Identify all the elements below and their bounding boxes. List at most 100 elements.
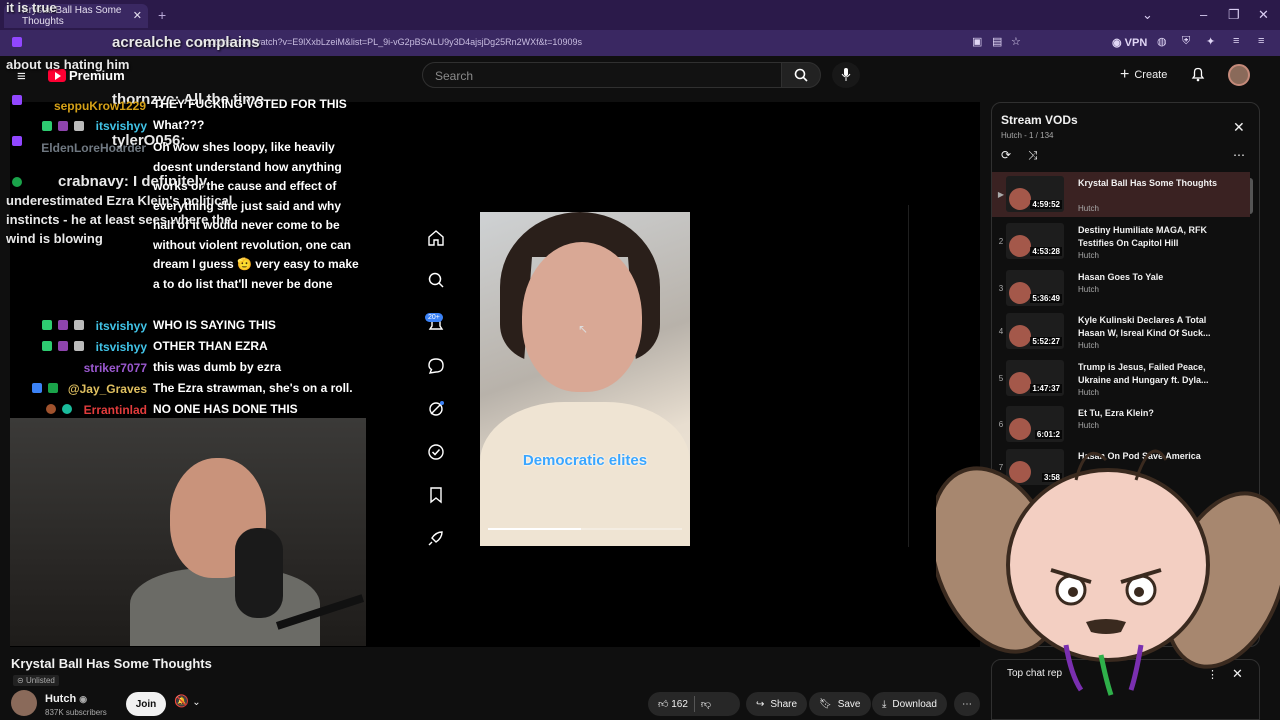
tab-close-icon[interactable]: ✕: [133, 9, 142, 22]
chat-username-text: itsvishyy: [95, 319, 147, 333]
bookmark-icon[interactable]: [424, 483, 448, 507]
chat-message: Oh wow shes loopy, like heavily doesnt u…: [153, 140, 359, 291]
playlist-item-title: Et Tu, Ezra Klein?: [1078, 408, 1154, 418]
pip-icon[interactable]: ▤: [992, 35, 1002, 48]
search-icon: [794, 68, 808, 82]
chat-username-text: @Jay_Graves: [67, 382, 147, 396]
playlist-thumbnail: 4:59:52: [1006, 176, 1064, 212]
short-subject-face: [522, 242, 642, 392]
playlist-more-icon[interactable]: ⋯: [1233, 148, 1245, 162]
thumbnail-face: [1009, 372, 1031, 394]
dislike-button[interactable]: 👎︎: [701, 698, 711, 710]
voice-search-button[interactable]: [832, 62, 860, 88]
account-avatar[interactable]: [1228, 64, 1250, 86]
join-button[interactable]: Join: [126, 692, 166, 716]
avatar-badge-icon: [46, 404, 56, 414]
no-bell-icon[interactable]: [424, 397, 448, 421]
playlist-item-number: 3: [998, 284, 1004, 293]
playlist-thumbnail: 5:36:49: [1006, 270, 1064, 306]
new-tab-button[interactable]: +: [158, 7, 166, 23]
playlist-item-channel: Hutch: [1078, 341, 1099, 350]
visibility-label: Unlisted: [25, 676, 55, 685]
minimize-icon[interactable]: –: [1200, 7, 1207, 22]
vpn-label: VPN: [1124, 37, 1148, 49]
playlist-item[interactable]: ▶ 4:59:52 Krystal Ball Has Some Thoughts…: [992, 172, 1250, 217]
channel-avatar[interactable]: [11, 690, 37, 716]
home-icon[interactable]: [424, 226, 448, 250]
rocket-icon[interactable]: [424, 526, 448, 550]
twitch-icon: [12, 37, 22, 47]
short-progress-bar: [488, 528, 682, 530]
chat-bubble-icon[interactable]: [424, 354, 448, 378]
wallet-icon[interactable]: ≡: [1233, 35, 1239, 47]
webcam-streamer-body: [130, 568, 320, 646]
short-divider: [908, 205, 909, 547]
shuffle-icon[interactable]: ⤨: [1028, 148, 1038, 163]
duration-badge: 1:47:37: [1030, 384, 1062, 393]
extensions-icon[interactable]: ✦: [1206, 35, 1215, 48]
playlist-thumbnail: 4:53:28: [1006, 223, 1064, 259]
playlist-item-channel: Hutch: [1078, 285, 1099, 294]
chevron-down-icon: ⌄: [192, 697, 201, 708]
verified-badge-icon: [42, 320, 52, 330]
chat-username: seppuKrow1229: [54, 99, 146, 113]
save-button[interactable]: 🔖︎ Save: [809, 692, 871, 716]
playlist-subtitle: Hutch - 1 / 134: [1001, 131, 1054, 140]
restore-icon[interactable]: ❐: [1228, 7, 1240, 23]
playlist-close-icon[interactable]: ✕: [1233, 119, 1245, 136]
embedded-short-video: Democratic elites: [480, 212, 690, 546]
sub-badge-icon: [58, 341, 68, 351]
playlist-item[interactable]: 3 5:36:49 Hasan Goes To Yale Hutch: [992, 266, 1250, 311]
channel-name[interactable]: Hutch ◉: [45, 693, 87, 705]
twitch-icon: [12, 95, 22, 105]
playlist-item[interactable]: 5 1:47:37 Trump is Jesus, Failed Peace, …: [992, 356, 1250, 401]
playlist-item-channel: Hutch: [1078, 204, 1099, 213]
like-button[interactable]: 👍︎ 162: [658, 698, 688, 710]
browser-menu-icon[interactable]: ≡: [1258, 35, 1264, 47]
chat-username: striker7077: [84, 361, 147, 375]
screenshot-icon[interactable]: ▣: [972, 35, 982, 48]
chat-message: What???: [153, 118, 205, 132]
playlist-thumbnail: 5:52:27: [1006, 313, 1064, 349]
playlist-title[interactable]: Stream VODs: [1001, 113, 1078, 127]
tab-list-chevron-icon[interactable]: ⌄: [1142, 7, 1153, 23]
vpn-button[interactable]: ◉ VPN: [1112, 36, 1147, 49]
search-input[interactable]: Search: [422, 62, 782, 88]
playlist-item[interactable]: 4 5:52:27 Kyle Kulinski Declares A Total…: [992, 309, 1250, 354]
youtube-chat-icon: [12, 177, 22, 187]
bell-icon: [1191, 67, 1205, 82]
video-title: Krystal Ball Has Some Thoughts: [11, 656, 212, 671]
playlist-item[interactable]: 2 4:53:28 Destiny Humiliate MAGA, RFK Te…: [992, 219, 1250, 264]
duration-badge: 5:36:49: [1030, 294, 1062, 303]
create-label: Create: [1134, 69, 1168, 81]
chat-message: THEY FUCKING VOTED FOR THIS: [153, 97, 347, 111]
unlisted-badge: ⊝ Unlisted: [13, 675, 59, 686]
share-label: Share: [770, 698, 798, 710]
shield-icon[interactable]: ⛨: [1182, 35, 1190, 48]
chat-username: EldenLoreHoarder: [41, 141, 146, 155]
loop-icon[interactable]: ⟳: [1001, 148, 1011, 162]
share-arrow-icon: ↪: [756, 698, 765, 710]
explore-search-icon[interactable]: [424, 268, 448, 292]
share-button[interactable]: ↪ Share: [746, 692, 808, 716]
chat-username-text: itsvishyy: [95, 119, 147, 133]
create-button[interactable]: + Create: [1120, 62, 1167, 88]
verified-check-icon[interactable]: [424, 440, 448, 464]
profile-icon[interactable]: ◍: [1157, 35, 1167, 48]
window-close-icon[interactable]: ✕: [1258, 7, 1269, 23]
chat-username: itsvishyy: [96, 119, 147, 133]
bookmark-star-icon[interactable]: ☆: [1011, 35, 1021, 48]
search-button[interactable]: [781, 62, 821, 88]
mouse-cursor-icon: ↖: [578, 322, 589, 336]
download-arrow-icon: ⤓: [882, 698, 887, 710]
playlist-item-title: Kyle Kulinski Declares A Total Hasan W, …: [1078, 315, 1211, 338]
subscription-bell-button[interactable]: 🔕 ⌄: [174, 694, 201, 708]
short-progress-fill: [488, 528, 582, 530]
notifications-button[interactable]: [1190, 66, 1206, 87]
video-caption: Democratic elites: [522, 452, 648, 469]
emote-badge-icon: [62, 404, 72, 414]
link-icon: ⊝: [17, 676, 26, 685]
chat-message: NO ONE HAS DONE THIS: [153, 402, 298, 416]
playing-indicator-icon: ▶: [997, 190, 1005, 199]
sub-badge-icon: [58, 121, 68, 131]
